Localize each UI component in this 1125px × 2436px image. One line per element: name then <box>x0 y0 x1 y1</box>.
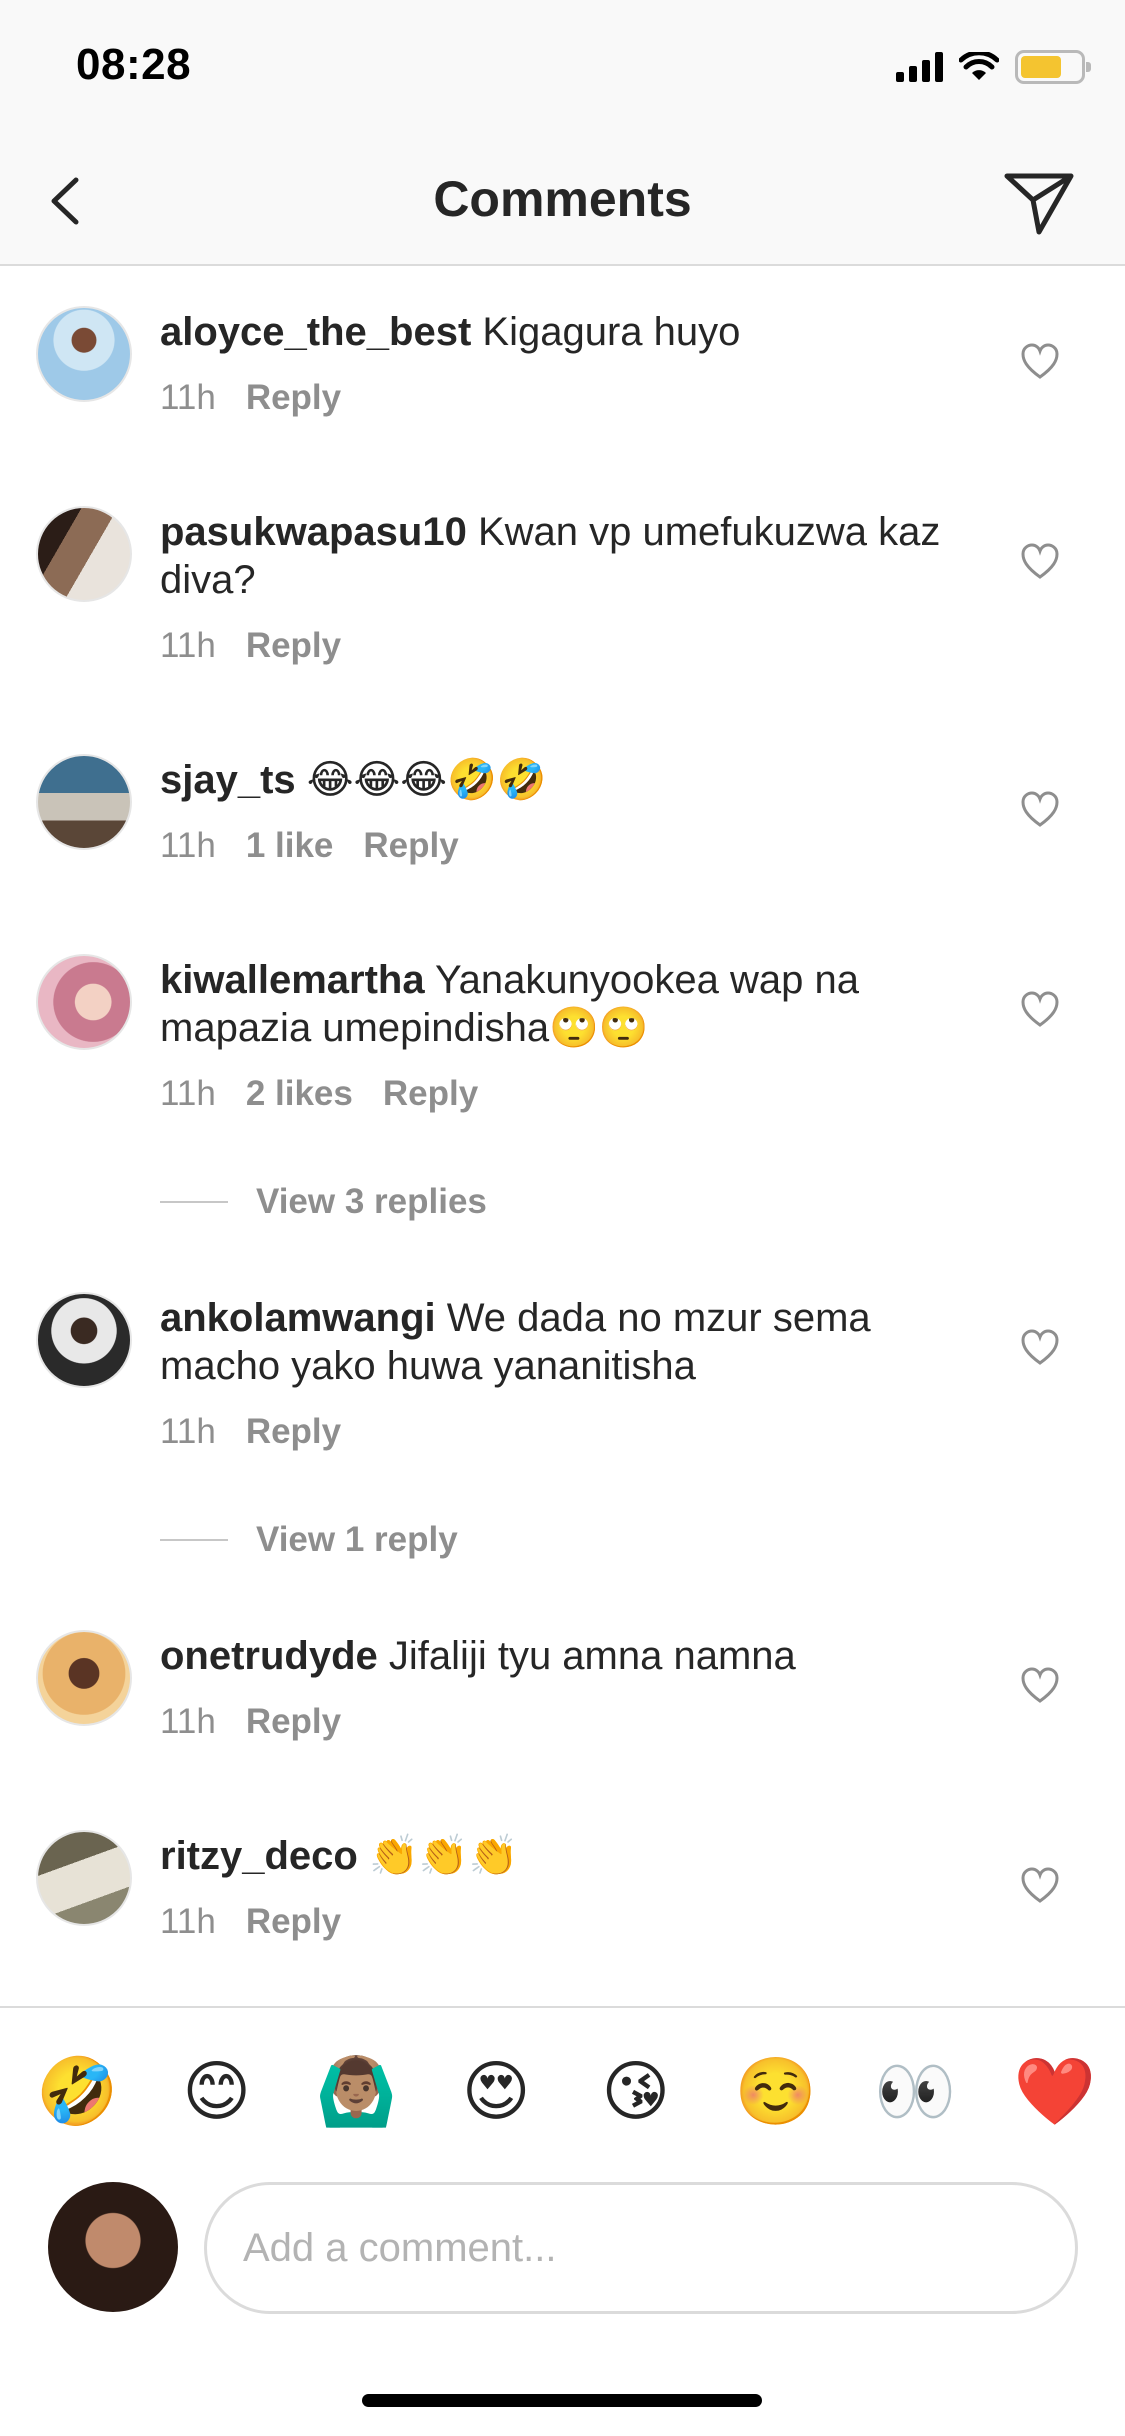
emoji-rofl-button[interactable]: 🤣 <box>36 2050 118 2132</box>
comment-time: 11h <box>160 1702 216 1741</box>
like-count[interactable]: 2 likes <box>246 1074 353 1114</box>
reply-button[interactable]: Reply <box>363 826 458 866</box>
comment-meta: 11h 2 likes Reply <box>160 1074 478 1114</box>
view-replies-button[interactable]: View 3 replies <box>160 1182 487 1222</box>
quick-reaction-bar: 🤣 😊 🙆🏽‍♂️ 😍 😘 ☺️ 👀 ❤️ <box>36 2050 1096 2132</box>
reply-button[interactable]: Reply <box>246 1412 341 1452</box>
comment-composer-area: 🤣 😊 🙆🏽‍♂️ 😍 😘 ☺️ 👀 ❤️ <box>0 2006 1125 2436</box>
heart-icon[interactable] <box>1020 542 1060 582</box>
battery-icon <box>1015 50 1091 84</box>
comment-username[interactable]: pasukwapasu10 <box>160 510 467 554</box>
comment-text: Kigagura huyo <box>482 310 741 354</box>
comment-meta: 11h 1 like Reply <box>160 826 459 866</box>
avatar[interactable] <box>36 306 132 402</box>
avatar[interactable] <box>36 754 132 850</box>
like-count[interactable]: 1 like <box>246 826 334 866</box>
comment-time: 11h <box>160 378 216 417</box>
reply-button[interactable]: Reply <box>246 1702 341 1742</box>
reply-button[interactable]: Reply <box>246 1902 341 1942</box>
avatar[interactable] <box>36 1630 132 1726</box>
comment-time: 11h <box>160 626 216 665</box>
comment-text: 👏👏👏 <box>368 1834 519 1878</box>
comments-list[interactable]: aloyce_the_best Kigagura huyo 11h Reply … <box>0 268 1125 2008</box>
comment-input[interactable] <box>204 2182 1078 2314</box>
comment-username[interactable]: aloyce_the_best <box>160 310 471 354</box>
reply-button[interactable]: Reply <box>246 626 341 666</box>
avatar[interactable] <box>36 1292 132 1388</box>
comment-text: 😂😂😂🤣🤣 <box>306 758 547 802</box>
heart-icon[interactable] <box>1020 790 1060 830</box>
reply-thread-line <box>160 1201 228 1203</box>
heart-icon[interactable] <box>1020 990 1060 1030</box>
comment-meta: 11h Reply <box>160 626 341 666</box>
avatar[interactable] <box>36 954 132 1050</box>
view-replies-label[interactable]: View 3 replies <box>256 1182 487 1222</box>
comment-username[interactable]: kiwallemartha <box>160 958 425 1002</box>
comment-meta: 11h Reply <box>160 1902 341 1942</box>
heart-icon[interactable] <box>1020 1666 1060 1706</box>
comment-text: Jifaliji tyu amna namna <box>388 1634 796 1678</box>
emoji-smile-button[interactable]: 😊 <box>176 2050 258 2132</box>
comment-username[interactable]: ankolamwangi <box>160 1296 436 1340</box>
avatar[interactable] <box>36 506 132 602</box>
emoji-eyes-button[interactable]: 👀 <box>874 2050 956 2132</box>
heart-icon[interactable] <box>1020 342 1060 382</box>
view-replies-button[interactable]: View 1 reply <box>160 1520 458 1560</box>
comment-username[interactable]: onetrudyde <box>160 1634 378 1678</box>
reply-button[interactable]: Reply <box>246 378 341 418</box>
heart-icon[interactable] <box>1020 1328 1060 1368</box>
avatar[interactable] <box>36 1830 132 1926</box>
current-user-avatar <box>48 2182 178 2312</box>
page-title: Comments <box>433 171 692 227</box>
comment-time: 11h <box>160 1412 216 1451</box>
view-replies-label[interactable]: View 1 reply <box>256 1520 458 1560</box>
comment-username[interactable]: sjay_ts <box>160 758 296 802</box>
home-indicator[interactable] <box>362 2394 762 2407</box>
comment-username[interactable]: ritzy_deco <box>160 1834 358 1878</box>
comment-meta: 11h Reply <box>160 1412 341 1452</box>
heart-icon[interactable] <box>1020 1866 1060 1906</box>
comment-time: 11h <box>160 1902 216 1941</box>
comment-meta: 11h Reply <box>160 378 341 418</box>
comment-time: 11h <box>160 826 216 865</box>
emoji-kiss-button[interactable]: 😘 <box>595 2050 677 2132</box>
comment-meta: 11h Reply <box>160 1702 341 1742</box>
emoji-heart-eyes-button[interactable]: 😍 <box>455 2050 537 2132</box>
reply-button[interactable]: Reply <box>383 1074 478 1114</box>
wifi-icon <box>959 52 999 80</box>
status-icons <box>896 50 1091 84</box>
status-bar: 08:28 <box>0 0 1125 140</box>
status-time: 08:28 <box>76 40 192 89</box>
emoji-red-heart-button[interactable]: ❤️ <box>1014 2050 1096 2132</box>
emoji-ok-gesture-button[interactable]: 🙆🏽‍♂️ <box>315 2050 397 2132</box>
emoji-relaxed-button[interactable]: ☺️ <box>735 2050 817 2132</box>
direct-send-icon[interactable] <box>999 162 1079 242</box>
navigation-bar: Comments <box>0 140 1125 266</box>
reply-thread-line <box>160 1539 228 1541</box>
cellular-signal-icon <box>896 52 943 82</box>
comment-time: 11h <box>160 1074 216 1113</box>
